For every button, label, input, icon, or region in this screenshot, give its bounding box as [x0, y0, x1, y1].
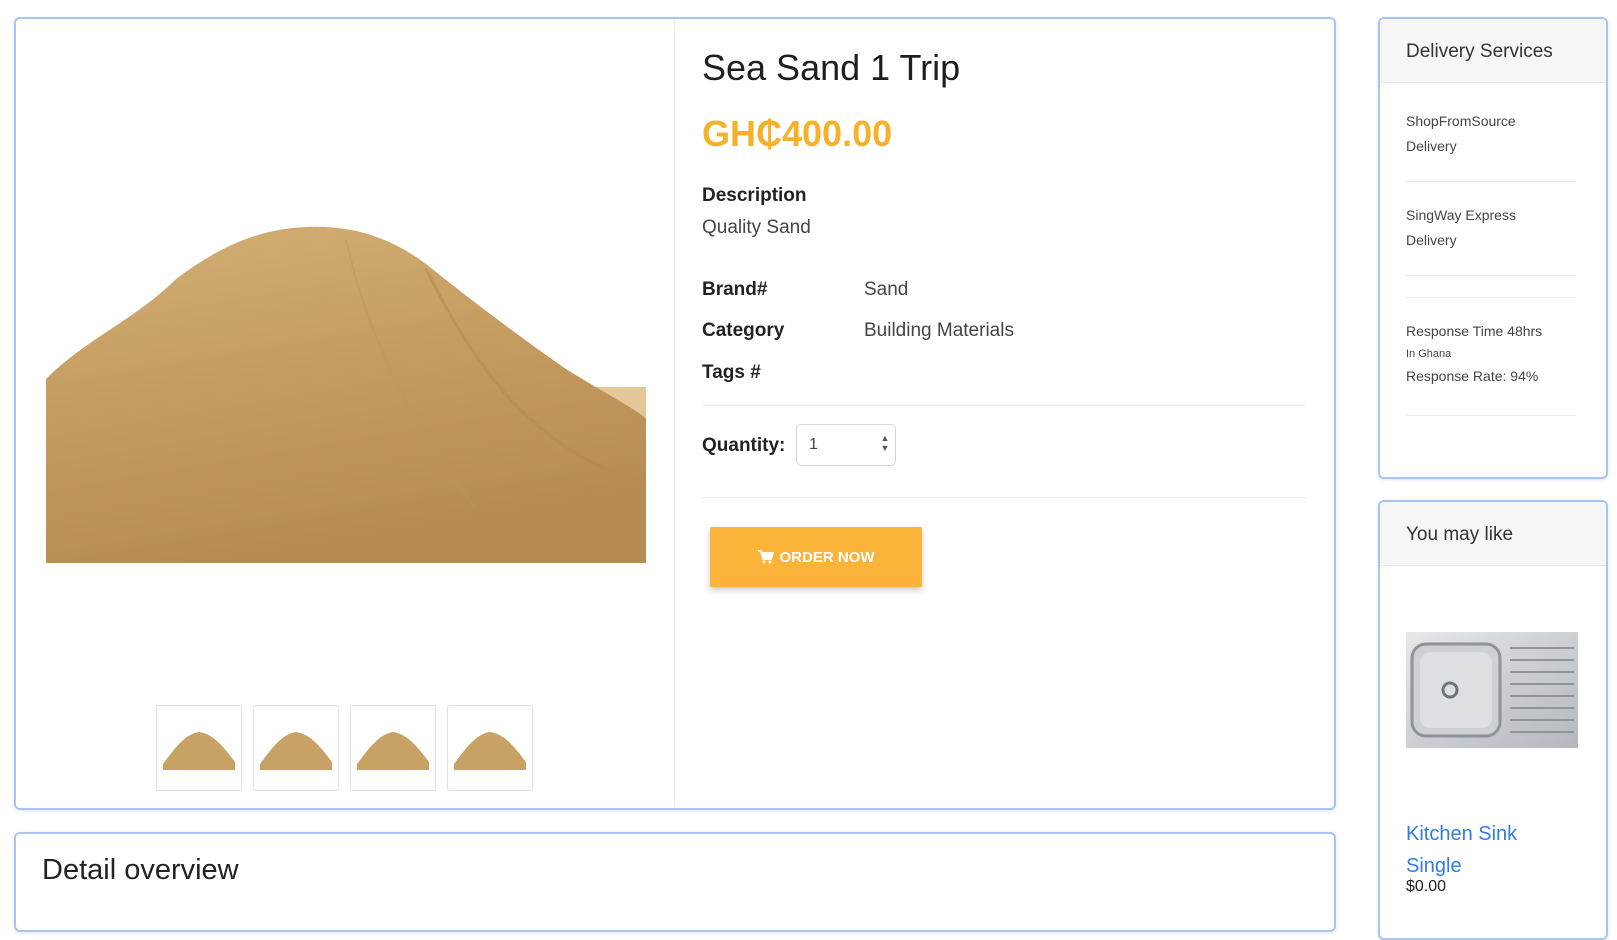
divider	[1406, 415, 1576, 416]
thumbnail-2[interactable]	[253, 705, 339, 791]
divider	[1406, 275, 1576, 276]
response-time: Response Time 48hrs	[1406, 323, 1543, 339]
delivery-services-card: Delivery Services ShopFromSource Deliver…	[1378, 17, 1608, 479]
thumbnail-4[interactable]	[447, 705, 533, 791]
response-rate: Response Rate: 94%	[1406, 368, 1539, 384]
thumbnail-1-image	[163, 732, 235, 770]
kitchen-sink-image[interactable]	[1406, 632, 1578, 748]
tags-label: Tags #	[702, 362, 761, 383]
divider	[1406, 181, 1576, 182]
delivery-option-name: ShopFromSource	[1406, 113, 1516, 129]
thumbnail-3[interactable]	[350, 705, 436, 791]
divider	[702, 497, 1306, 498]
brand-value: Sand	[864, 279, 909, 300]
detail-overview-title: Detail overview	[42, 854, 239, 886]
product-card: Sea Sand 1 Trip GH₵400.00 Description Qu…	[14, 17, 1336, 810]
category-label: Category	[702, 320, 785, 341]
recommended-product-price: $0.00	[1406, 878, 1447, 895]
you-may-like-title: You may like	[1380, 502, 1606, 566]
thumbnail-strip	[156, 705, 533, 791]
thumbnail-4-image	[454, 732, 526, 770]
product-title: Sea Sand 1 Trip	[702, 47, 961, 88]
product-price: GH₵400.00	[702, 113, 893, 154]
cart-icon	[757, 550, 774, 564]
thumbnail-3-image	[357, 732, 429, 770]
thumbnail-1[interactable]	[156, 705, 242, 791]
product-main-image	[46, 226, 646, 563]
product-gallery	[16, 19, 675, 808]
detail-overview-card: Detail overview	[14, 832, 1336, 932]
description-value: Quality Sand	[702, 217, 811, 238]
brand-label: Brand#	[702, 279, 768, 300]
order-now-button[interactable]: ORDER NOW	[710, 527, 922, 587]
description-label: Description	[702, 185, 807, 206]
recommended-product-name-line1: Kitchen Sink	[1406, 823, 1518, 845]
quantity-stepper-icon[interactable]: ▲ ▼	[880, 433, 890, 453]
divider	[1406, 297, 1576, 298]
you-may-like-card: You may like Kitchen Sink Single $0.00	[1378, 500, 1608, 940]
response-region: In Ghana	[1406, 348, 1452, 360]
delivery-option-type: Delivery	[1406, 232, 1457, 248]
order-now-label: ORDER NOW	[779, 548, 875, 566]
delivery-services-title: Delivery Services	[1380, 19, 1606, 83]
delivery-option-name: SingWay Express	[1406, 207, 1516, 223]
delivery-option-type: Delivery	[1406, 138, 1457, 154]
quantity-label: Quantity:	[702, 435, 786, 456]
delivery-option: SingWay Express Delivery	[1406, 203, 1576, 253]
recommended-product-link[interactable]: Kitchen Sink Single	[1406, 818, 1517, 882]
response-info: Response Time 48hrs In Ghana Response Ra…	[1406, 319, 1576, 389]
category-value: Building Materials	[864, 320, 1014, 341]
divider	[702, 405, 1306, 406]
thumbnail-2-image	[260, 732, 332, 770]
delivery-option: ShopFromSource Delivery	[1406, 109, 1576, 159]
